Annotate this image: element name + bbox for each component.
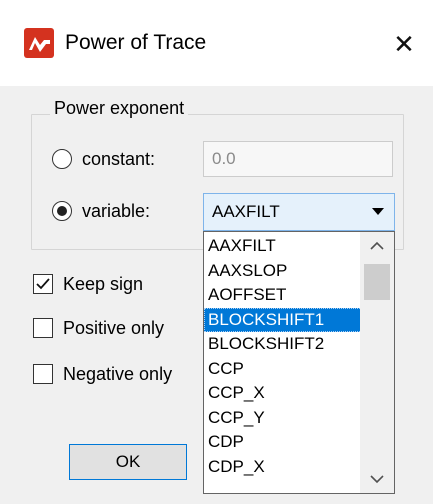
radio-selected-dot (57, 206, 67, 216)
window-title: Power of Trace (65, 31, 207, 54)
negative-only-checkbox[interactable] (33, 364, 53, 384)
constant-radio[interactable] (52, 149, 72, 169)
list-item[interactable]: AAXFILT (204, 234, 362, 259)
close-button[interactable]: ✕ (384, 24, 424, 64)
variable-select[interactable]: AAXFILT (203, 193, 395, 231)
variable-dropdown-list[interactable]: AAXFILT AAXSLOP AOFFSET BLOCKSHIFT1 BLOC… (203, 231, 395, 494)
list-item-highlighted[interactable]: BLOCKSHIFT1 (204, 307, 362, 332)
list-item[interactable]: BLOCKSHIFT2 (204, 332, 362, 357)
chevron-down-icon (372, 208, 384, 215)
negative-only-label: Negative only (63, 364, 173, 384)
list-item[interactable]: AAXSLOP (204, 259, 362, 284)
list-item[interactable]: AOFFSET (204, 283, 362, 308)
scroll-down-icon[interactable] (369, 473, 385, 485)
list-item[interactable]: CCP_Y (204, 406, 362, 431)
variable-label: variable: (82, 201, 151, 221)
trace-logo-icon (24, 28, 54, 58)
constant-value-field: 0.0 (203, 141, 393, 177)
dropdown-scrollbar[interactable] (360, 232, 394, 493)
positive-only-label: Positive only (63, 318, 165, 338)
variable-select-value: AAXFILT (212, 202, 280, 221)
list-item[interactable]: CDP_X (204, 455, 362, 480)
variable-radio[interactable] (52, 201, 72, 221)
scroll-up-icon[interactable] (369, 240, 385, 252)
dropdown-items: AAXFILT AAXSLOP AOFFSET BLOCKSHIFT1 BLOC… (204, 234, 362, 479)
close-icon: ✕ (393, 29, 415, 59)
positive-only-checkbox[interactable] (33, 318, 53, 338)
ok-button[interactable]: OK (69, 444, 187, 480)
list-item[interactable]: CCP (204, 357, 362, 382)
list-item[interactable]: CCP_X (204, 381, 362, 406)
constant-label: constant: (82, 149, 156, 169)
title-bar: Power of Trace ✕ (0, 0, 433, 86)
group-title: Power exponent (50, 96, 189, 120)
list-item[interactable]: CDP (204, 430, 362, 455)
keep-sign-checkbox[interactable] (33, 274, 53, 294)
check-icon (36, 278, 50, 290)
keep-sign-label: Keep sign (63, 274, 144, 294)
scrollbar-thumb[interactable] (364, 264, 390, 300)
